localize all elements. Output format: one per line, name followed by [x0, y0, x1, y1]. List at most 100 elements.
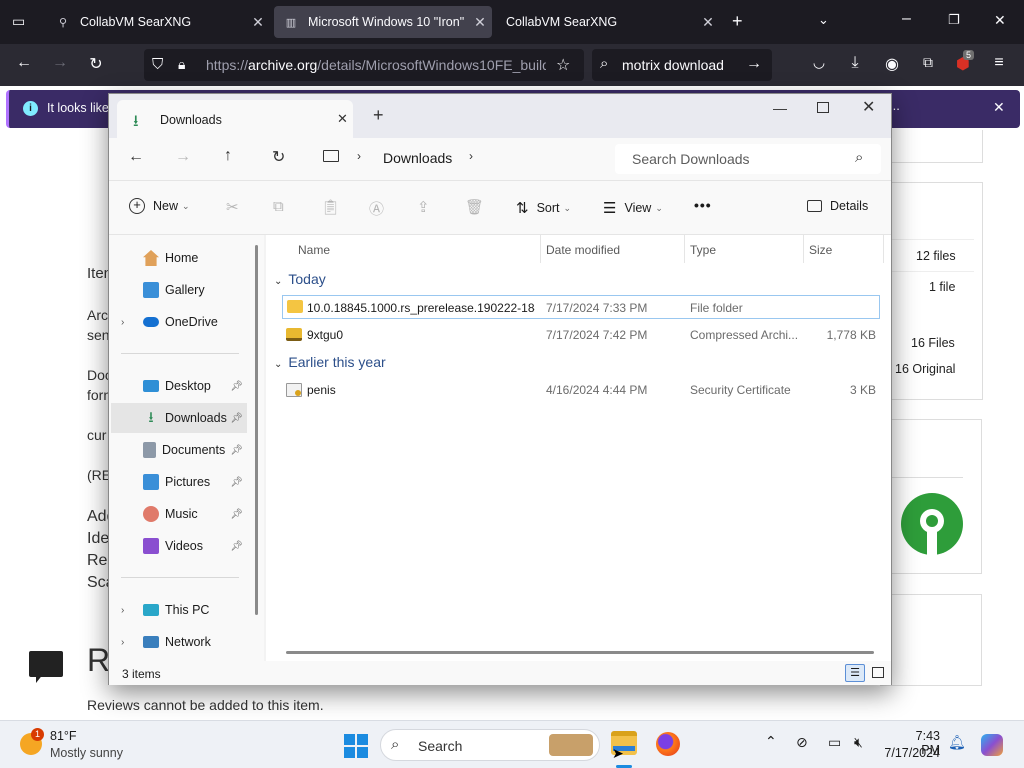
weather-desc[interactable]: Mostly sunny [50, 746, 123, 760]
browser-tab-3[interactable]: CollabVM SearXNG ✕ [496, 6, 720, 38]
download-icon[interactable]: ⤓ [844, 54, 866, 72]
weather-temp[interactable]: 81°F [50, 729, 77, 743]
pocket-icon[interactable]: ◡ [808, 54, 830, 71]
nav-item-documents[interactable]: Documents 📌︎ [111, 435, 247, 465]
back-icon[interactable]: ← [13, 54, 35, 72]
breadcrumb[interactable]: › Downloads › [309, 142, 599, 174]
sort-button[interactable]: ⇅ Sort ⌄ [516, 199, 571, 217]
close-tab-icon[interactable]: ✕ [246, 14, 270, 31]
display-icon[interactable]: ▭ [828, 734, 841, 751]
rename-icon[interactable]: Ⓐ [369, 198, 384, 219]
new-tab-icon[interactable]: + [732, 11, 743, 32]
nav-item-this-pc[interactable]: › This PC [111, 595, 247, 625]
firefox-taskbar-icon[interactable] [656, 732, 680, 756]
nav-item-videos[interactable]: Videos 📌︎ [111, 531, 247, 561]
explorer-tab-downloads[interactable]: ⭳ Downloads ✕ [117, 100, 353, 138]
chevron-down-icon[interactable]: ⌄ [818, 12, 829, 28]
nav-item-downloads[interactable]: ⭳ Downloads 📌︎ [111, 403, 247, 433]
file-row[interactable]: 9xtgu0 7/17/2024 7:42 PM Compressed Arch… [282, 323, 880, 347]
menu-icon[interactable]: ≡ [988, 54, 1010, 72]
column-divider[interactable] [883, 235, 884, 263]
column-header-type[interactable]: Type [690, 243, 716, 257]
horizontal-scrollbar[interactable] [286, 651, 874, 654]
chevron-right-icon[interactable]: › [121, 317, 124, 328]
url-bar[interactable]: ⛉ 🔒︎ https://archive.org/details/Microso… [144, 49, 584, 81]
file-row[interactable]: penis 4/16/2024 4:44 PM Security Certifi… [282, 378, 880, 402]
chevron-right-icon[interactable]: › [469, 149, 473, 163]
nav-item-pictures[interactable]: Pictures 📌︎ [111, 467, 247, 497]
browser-tab-1[interactable]: ⚲ CollabVM SearXNG ✕ [46, 6, 270, 38]
nav-item-music[interactable]: Music 📌︎ [111, 499, 247, 529]
go-arrow-icon[interactable]: → [746, 55, 762, 73]
chevron-right-icon[interactable]: › [121, 637, 124, 648]
close-window-icon[interactable]: ✕ [994, 12, 1006, 29]
column-divider[interactable] [803, 235, 804, 263]
back-icon[interactable]: ← [128, 148, 144, 166]
view-button[interactable]: ☰ View ⌄ [603, 199, 663, 217]
chevron-right-icon[interactable]: › [121, 605, 124, 616]
forward-icon[interactable]: → [49, 54, 71, 72]
bookmark-star-icon[interactable]: ☆ [556, 55, 570, 75]
up-icon[interactable]: ↑ [224, 147, 232, 165]
shield-icon[interactable]: ⛉ [152, 56, 163, 73]
close-tab-icon[interactable]: ✕ [468, 14, 492, 31]
paste-icon[interactable]: 📋︎ [321, 198, 340, 216]
group-header-today[interactable]: ⌄ Today [274, 271, 326, 287]
account-icon[interactable]: ◉ [881, 54, 903, 74]
search-bar-text[interactable]: motrix download [622, 57, 724, 73]
nav-item-gallery[interactable]: Gallery [111, 275, 247, 305]
notification-bell-icon[interactable]: 🔔︎ [948, 734, 966, 751]
minimize-icon[interactable]: – [902, 10, 911, 28]
nav-item-network[interactable]: › Network [111, 627, 247, 657]
reload-icon[interactable]: ↻ [85, 54, 107, 74]
lock-icon[interactable]: 🔒︎ [178, 56, 185, 73]
delete-icon[interactable]: 🗑︎ [465, 198, 484, 216]
copilot-icon[interactable] [981, 734, 1003, 756]
details-view-icon[interactable]: ☰ [845, 664, 865, 682]
taskbar-search[interactable]: ⌕ Search [380, 729, 600, 761]
chevron-up-icon[interactable]: ⌃ [765, 733, 777, 750]
refresh-icon[interactable]: ↻ [272, 147, 285, 167]
network-disconnected-icon[interactable]: ⊘ [796, 734, 808, 751]
nav-item-onedrive[interactable]: › OneDrive [111, 307, 247, 337]
close-notification-icon[interactable]: ✕ [993, 99, 1005, 116]
nav-scrollbar[interactable] [255, 245, 258, 615]
extensions-icon[interactable]: ⧉ [917, 54, 939, 71]
more-options-button[interactable]: ••• [694, 197, 712, 213]
column-divider[interactable] [540, 235, 541, 263]
file-count[interactable]: 12 files [916, 249, 956, 263]
close-tab-icon[interactable]: ✕ [696, 14, 720, 31]
breadcrumb-downloads[interactable]: Downloads [383, 150, 452, 166]
notification-more[interactable]: ... [889, 98, 913, 113]
column-divider[interactable] [684, 235, 685, 263]
details-button[interactable]: Details [807, 199, 868, 213]
cut-icon[interactable]: ✂ [226, 198, 239, 216]
tiles-view-icon[interactable] [872, 667, 884, 678]
clock-date[interactable]: 7/17/2024 [880, 746, 940, 760]
file-count[interactable]: 1 file [929, 280, 955, 294]
new-button[interactable]: + New ⌄ [129, 198, 190, 214]
url-text[interactable]: https://archive.org/details/MicrosoftWin… [206, 57, 546, 73]
column-header-size[interactable]: Size [809, 243, 832, 257]
file-count[interactable]: 16 Files [911, 336, 955, 350]
close-window-icon[interactable]: ✕ [862, 97, 875, 117]
forward-icon[interactable]: → [175, 148, 191, 166]
file-row[interactable]: 10.0.18845.1000.rs_prerelease.190222-184… [282, 295, 880, 319]
browser-tab-2[interactable]: ▥ Microsoft Windows 10 "Iron" D ✕ [274, 6, 492, 38]
close-tab-icon[interactable]: ✕ [337, 111, 348, 127]
search-input[interactable]: Search Downloads ⌕ [615, 144, 881, 174]
start-windows-icon[interactable] [344, 734, 368, 758]
new-tab-icon[interactable]: + [373, 105, 384, 126]
search-bar[interactable]: ⌕ motrix download → [592, 49, 772, 81]
restore-icon[interactable]: ❐ [948, 12, 960, 28]
tab-list-icon[interactable]: ▭ [12, 13, 25, 30]
volume-icon[interactable]: 🔇︎ [854, 734, 863, 751]
copy-icon[interactable]: ⧉ [273, 198, 284, 215]
file-count[interactable]: 16 Original [895, 362, 955, 376]
nav-item-home[interactable]: Home [111, 243, 247, 273]
column-header-date[interactable]: Date modified [546, 243, 620, 257]
minimize-icon[interactable]: — [773, 100, 787, 116]
share-icon[interactable]: ⇪ [417, 198, 430, 216]
nav-item-desktop[interactable]: Desktop 📌︎ [111, 371, 247, 401]
maximize-icon[interactable] [817, 102, 829, 113]
